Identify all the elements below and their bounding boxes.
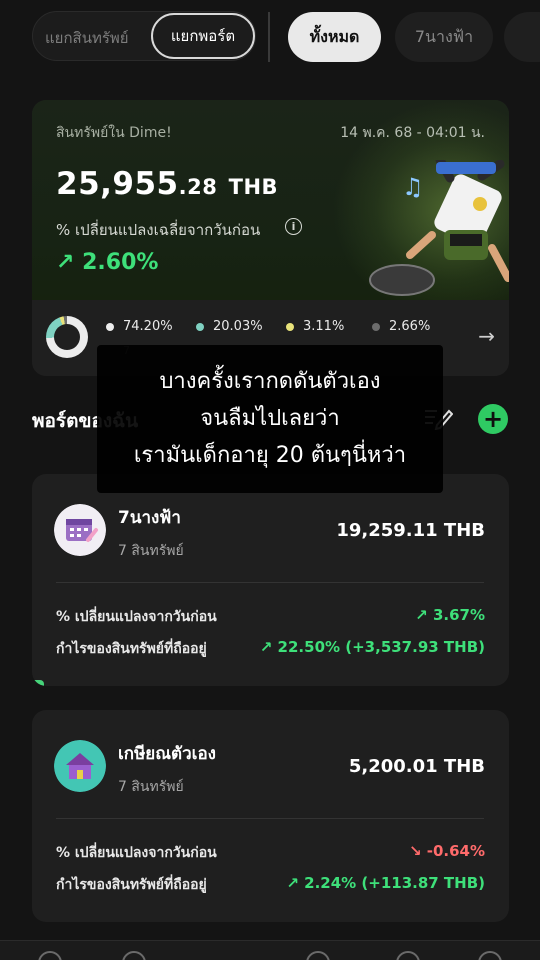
legend-dot: [286, 322, 294, 331]
legend-dot: [196, 322, 204, 331]
daily-change-value: ↘ -0.64%: [408, 842, 485, 860]
caption-line: เรามันเด็กอายุ 20 ต้นๆนี่หว่า: [133, 443, 407, 468]
asset-label: สินทรัพย์ใน Dime!: [56, 125, 172, 141]
dancing-character-illustration: ♫: [369, 160, 509, 296]
legend-dot: [106, 322, 114, 331]
daily-change-value: ↗ 3.67%: [415, 606, 485, 624]
filter-all-chip[interactable]: ทั้งหมด: [288, 12, 381, 62]
portfolio-progress-bar: [32, 916, 36, 922]
avg-change-value: ↗ 2.60%: [56, 250, 158, 275]
video-caption-overlay: บางครั้งเรากดดันตัวเอง จนลืมไปเลยว่า เรา…: [97, 345, 443, 493]
daily-change-label: % เปลี่ยนแปลงจากวันก่อน: [56, 845, 217, 861]
portfolio-name: เกษียณตัวเอง: [118, 744, 216, 764]
asset-summary: สินทรัพย์ใน Dime! 14 พ.ค. 68 - 04:01 น. …: [32, 100, 509, 300]
allocation-pct: 3.11%: [303, 319, 345, 334]
house-icon: [54, 740, 106, 792]
allocation-pct: 20.03%: [213, 319, 263, 334]
legend-dot: [372, 322, 380, 331]
top-filter-bar: แยกสินทรัพย์ แยกพอร์ต ทั้งหมด 7นางฟ้า: [0, 0, 540, 80]
holding-profit-label: กำไรของสินทรัพย์ที่ถืออยู่: [56, 877, 207, 893]
segment-by-asset[interactable]: แยกสินทรัพย์: [45, 26, 129, 50]
up-arrow-icon: ↗: [56, 250, 83, 275]
portfolio-card[interactable]: เกษียณตัวเอง 7 สินทรัพย์ 5,200.01 THB % …: [32, 710, 509, 922]
amount-currency: THB: [228, 175, 279, 199]
amount-main: 25,955: [56, 166, 179, 202]
allocation-pct: 2.66%: [389, 319, 431, 334]
portfolio-value: 5,200.01 THB: [348, 756, 485, 777]
daily-change-label: % เปลี่ยนแปลงจากวันก่อน: [56, 609, 217, 625]
info-icon[interactable]: i: [285, 218, 302, 235]
allocation-pct: 74.20%: [123, 319, 173, 334]
total-asset-amount: 25,955.28 THB: [56, 166, 278, 202]
nav-home-icon[interactable]: [38, 951, 62, 960]
portfolio-asset-count: 7 สินทรัพย์: [118, 779, 184, 795]
holding-profit-label: กำไรของสินทรัพย์ที่ถืออยู่: [56, 641, 207, 657]
allocation-item: 2.66%: [372, 319, 430, 334]
nav-portfolio-icon[interactable]: [306, 951, 330, 960]
total-asset-card[interactable]: สินทรัพย์ใน Dime! 14 พ.ค. 68 - 04:01 น. …: [32, 100, 509, 376]
calendar-icon: [54, 504, 106, 556]
add-portfolio-button[interactable]: +: [478, 404, 508, 434]
allocation-donut-chart: [46, 316, 88, 358]
view-segment-control: แยกสินทรัพย์ แยกพอร์ต: [32, 11, 256, 61]
svg-text:♫: ♫: [402, 173, 424, 201]
divider: [56, 818, 484, 819]
caption-line: บางครั้งเรากดดันตัวเอง: [159, 369, 381, 394]
bottom-navigation-bar: [0, 940, 540, 960]
allocation-item: 74.20%: [106, 319, 173, 334]
allocation-item: 20.03%: [196, 319, 263, 334]
nav-profile-icon[interactable]: [478, 951, 502, 960]
segment-by-portfolio[interactable]: แยกพอร์ต: [151, 13, 255, 59]
asset-timestamp: 14 พ.ค. 68 - 04:01 น.: [340, 125, 485, 141]
nav-history-icon[interactable]: [396, 951, 420, 960]
arrow-right-icon[interactable]: →: [478, 324, 495, 348]
avg-change-pct: 2.60%: [82, 250, 159, 275]
portfolio-asset-count: 7 สินทรัพย์: [118, 543, 184, 559]
portfolio-card[interactable]: 7นางฟ้า 7 สินทรัพย์ 19,259.11 THB % เปลี…: [32, 474, 509, 686]
portfolio-name: 7นางฟ้า: [118, 508, 181, 528]
holding-profit-value: ↗ 2.24% (+113.87 THB): [286, 874, 485, 892]
divider: [268, 12, 270, 62]
portfolio-value: 19,259.11 THB: [336, 520, 485, 541]
nav-explore-icon[interactable]: [122, 951, 146, 960]
filter-7nangfa-chip[interactable]: 7นางฟ้า: [395, 12, 493, 62]
portfolio-progress-bar: [32, 680, 44, 686]
filter-more-chip[interactable]: [504, 12, 540, 62]
amount-decimal: .28: [178, 175, 218, 199]
divider: [56, 582, 484, 583]
holding-profit-value: ↗ 22.50% (+3,537.93 THB): [259, 638, 485, 656]
avg-change-label: % เปลี่ยนแปลงเฉลี่ยจากวันก่อน: [56, 221, 261, 239]
caption-line: จนลืมไปเลยว่า: [200, 406, 340, 431]
allocation-item: 3.11%: [286, 319, 344, 334]
